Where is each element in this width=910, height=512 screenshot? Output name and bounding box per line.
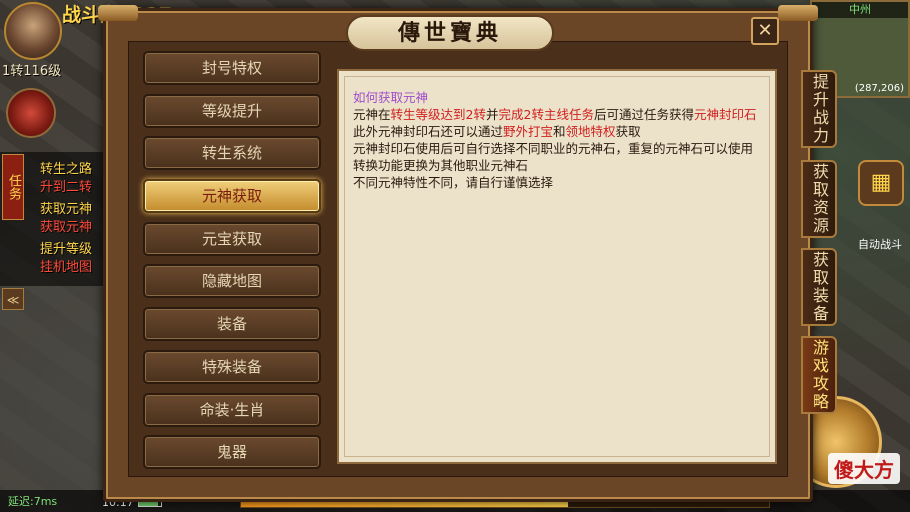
collapse-panel-button[interactable]: ≪ [2,288,24,310]
player-avatar[interactable] [4,2,62,60]
side-tab[interactable]: 获取装备 [801,248,837,326]
category-button[interactable]: 转生系统 [143,136,321,171]
grid-menu-button[interactable]: ▦ [858,160,904,206]
task-item[interactable]: 提升等级 [40,238,92,257]
auto-battle-button[interactable]: 自动战斗 [858,206,902,252]
category-button[interactable]: 特殊装备 [143,349,321,384]
content-heading: 如何获取元神 [353,90,429,105]
corner-ornament [98,5,138,21]
task-item[interactable]: 获取元神 [40,198,92,217]
task-item-sub: 升到二转 [40,180,93,195]
player-level: 1转116级 [2,64,62,79]
dialog-title: 傳世寶典 [397,20,502,46]
content-paragraph: 此外元神封印石还可以通过野外打宝和领地特权获取 [353,124,641,139]
guide-dialog: 傳世寶典 ✕ 封号特权等级提升转生系统元神获取元宝获取隐藏地图装备特殊装备命装·… [98,5,818,502]
category-button[interactable]: 鬼器 [143,435,321,470]
map-name: 中州 [812,2,908,18]
content-text: 如何获取元神 元神在转生等级达到2转并完成2转主线任务后可通过任务获得元神封印石… [344,76,770,457]
category-button[interactable]: 元神获取 [143,179,321,214]
category-button[interactable]: 隐藏地图 [143,264,321,299]
task-tab[interactable]: 任务 [2,154,24,220]
close-icon: ✕ [757,20,773,41]
latency-indicator: 延迟:7ms [8,495,58,508]
pk-mode-button[interactable] [6,88,56,138]
task-item[interactable]: 转生之路 [40,158,92,177]
grid-icon: ▦ [870,170,892,195]
side-tab[interactable]: 提升战力 [801,70,837,148]
content-panel: 如何获取元神 元神在转生等级达到2转并完成2转主线任务后可通过任务获得元神封印石… [337,69,777,464]
category-button[interactable]: 装备 [143,307,321,342]
content-paragraph: 元神封印石使用后可自行选择不同职业的元神石，重复的元神石可以使用转换功能更换为其… [353,141,754,173]
category-button[interactable]: 元宝获取 [143,221,321,256]
corner-ornament [778,5,818,21]
content-paragraph: 元神在转生等级达到2转并完成2转主线任务后可通过任务获得元神封印石 [353,107,757,122]
dialog-title-plate: 傳世寶典 [346,15,554,51]
category-button[interactable]: 等级提升 [143,93,321,128]
category-button[interactable]: 封号特权 [143,51,321,85]
task-item-sub: 挂机地图 [40,260,93,275]
category-button[interactable]: 命装·生肖 [143,392,321,427]
map-coordinates: (287,206) [854,83,904,94]
side-tab[interactable]: 游戏攻略 [801,336,837,414]
task-item-sub: 获取元神 [40,220,93,235]
category-list: 封号特权等级提升转生系统元神获取元宝获取隐藏地图装备特殊装备命装·生肖鬼器 [143,51,325,478]
close-button[interactable]: ✕ [751,17,779,45]
side-tab[interactable]: 获取资源 [801,160,837,238]
watermark: 傻大方 [828,453,900,484]
content-paragraph: 不同元神特性不同，请自行谨慎选择 [353,175,554,190]
